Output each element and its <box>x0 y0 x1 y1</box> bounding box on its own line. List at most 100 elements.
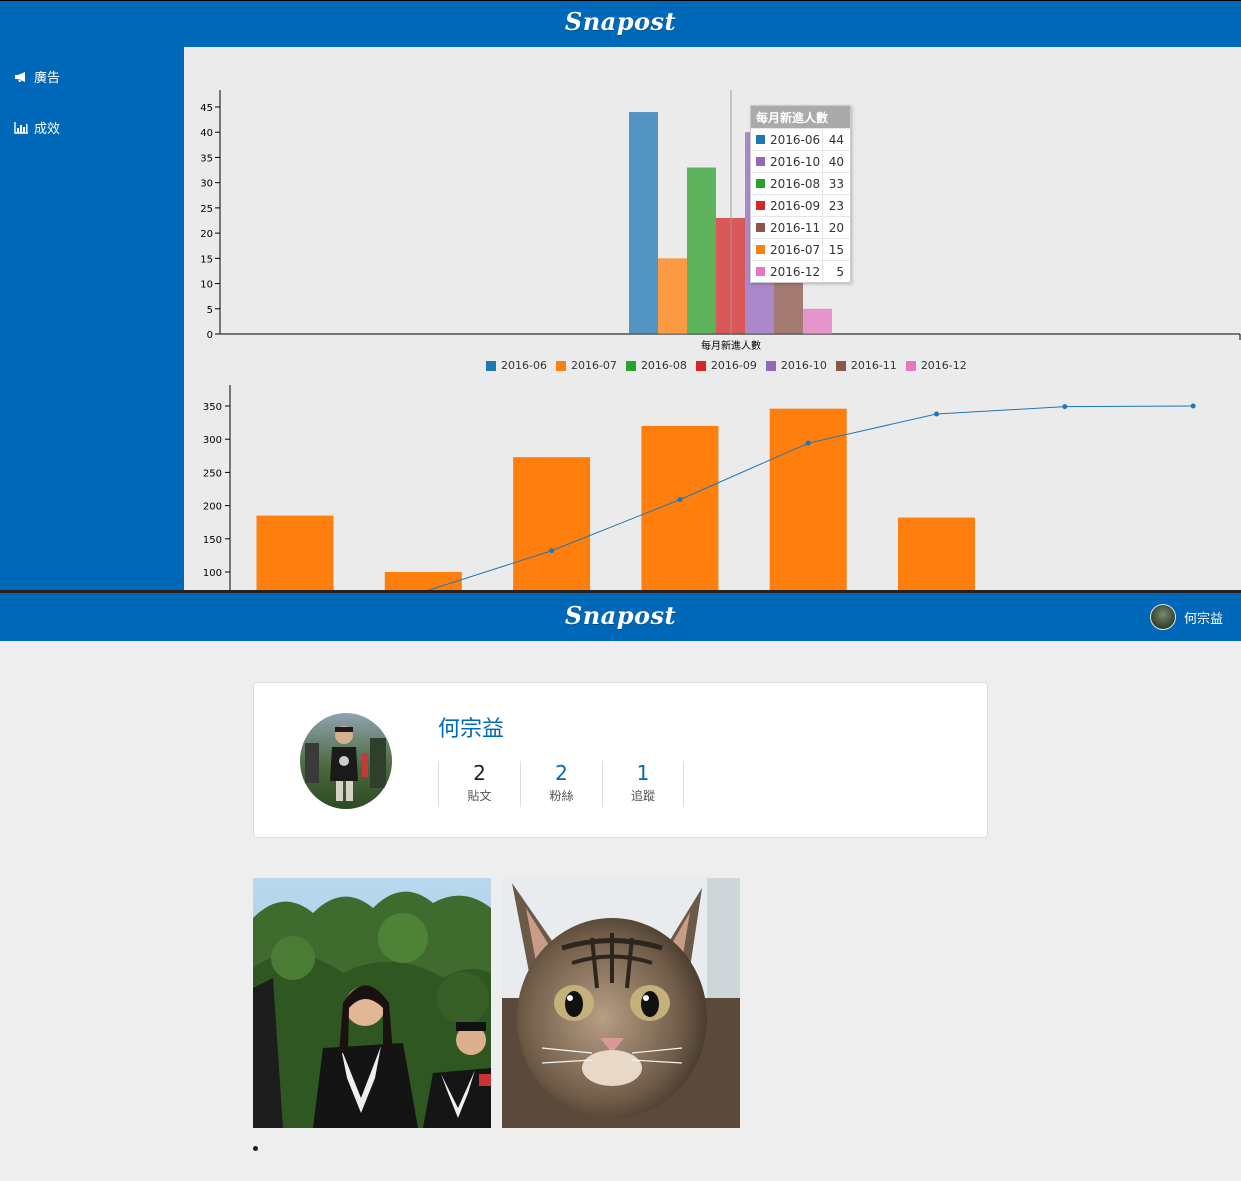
chart-tooltip: 每月新進人數 2016-06 44 2016-10 40 2016-08 33 2016-0… <box>750 105 851 283</box>
profile-avatar[interactable] <box>300 713 392 809</box>
tooltip-series-name: 2016-09 <box>770 198 821 213</box>
tooltip-value: 15 <box>828 242 844 257</box>
legend-label: 2016-12 <box>920 359 967 372</box>
line-point <box>549 548 555 554</box>
legend-item[interactable]: 2016-07 <box>555 359 617 372</box>
color-swatch <box>756 267 765 276</box>
profile-card: 何宗益 2 貼文 2 粉絲 1 追蹤 <box>253 682 988 838</box>
bar-3 <box>641 425 719 590</box>
bar-5 <box>898 517 975 590</box>
legend-label: 2016-10 <box>780 359 827 372</box>
color-swatch <box>756 157 765 166</box>
legend-swatch <box>905 360 916 371</box>
analytics-screen: Snapost 廣告 成效 0 5 10 15 20 25 30 35 40 45 每月新進人數 <box>0 0 1241 590</box>
y-tick-label: 100 <box>203 568 222 579</box>
tooltip-row: 2016-12 5 <box>751 260 850 282</box>
tooltip-value: 20 <box>828 220 844 235</box>
y-tick-label: 350 <box>203 402 222 413</box>
user-name: 何宗益 <box>1183 611 1223 627</box>
list-bullet <box>253 1146 258 1151</box>
top-navbar: Snapost 何宗益 <box>0 593 1241 641</box>
legend-item[interactable]: 2016-08 <box>625 359 687 372</box>
stat-label: 粉絲 <box>549 789 574 803</box>
tooltip-title: 每月新進人數 <box>751 106 850 128</box>
tooltip-key: 2016-12 <box>751 261 823 282</box>
color-swatch <box>756 223 765 232</box>
chart-legend: 2016-06 2016-07 2016-08 2016-09 2016-10 2016-… <box>486 359 967 372</box>
stat-followers[interactable]: 2 粉絲 <box>520 761 602 807</box>
stat-label: 貼文 <box>467 789 492 803</box>
tooltip-key: 2016-09 <box>751 195 823 216</box>
bar-1 <box>384 572 462 590</box>
tooltip-series-name: 2016-12 <box>770 264 821 279</box>
color-swatch <box>756 135 765 144</box>
tooltip-key: 2016-06 <box>751 129 823 150</box>
stat-posts[interactable]: 2 貼文 <box>438 761 520 807</box>
y-tick-label: 250 <box>203 468 222 479</box>
cumulative-users-chart: 100 150 200 250 300 350 <box>203 385 1196 590</box>
bar-0 <box>256 515 334 590</box>
tooltip-value: 33 <box>828 176 844 191</box>
legend-swatch <box>555 360 566 371</box>
y-tick-label: 200 <box>203 502 222 513</box>
stat-value: 1 <box>636 761 650 785</box>
line-point <box>677 497 683 503</box>
y-tick-label: 300 <box>203 435 222 446</box>
line-point <box>805 440 811 446</box>
color-swatch <box>756 179 765 188</box>
legend-label: 2016-06 <box>501 359 547 372</box>
legend-swatch <box>486 360 496 371</box>
tooltip-series-name: 2016-07 <box>770 242 821 257</box>
legend-item[interactable]: 2016-10 <box>765 359 827 372</box>
y-tick-label: 150 <box>203 535 222 546</box>
legend-item[interactable]: 2016-12 <box>905 359 967 372</box>
bar-4 <box>769 408 847 590</box>
user-menu[interactable]: 何宗益 <box>1149 604 1223 630</box>
tooltip-row: 2016-07 15 <box>751 238 850 260</box>
line-point <box>1190 403 1196 409</box>
tooltip-value: 44 <box>828 132 844 147</box>
tooltip-key: 2016-11 <box>751 217 823 238</box>
tooltip-key: 2016-10 <box>751 151 823 172</box>
avatar <box>1149 604 1176 630</box>
legend-swatch <box>765 360 776 371</box>
legend-label: 2016-08 <box>640 359 687 372</box>
brand-logo[interactable]: Snapost <box>0 601 1241 630</box>
stat-value: 2 <box>555 761 568 785</box>
tooltip-value: 40 <box>828 154 844 169</box>
legend-swatch <box>695 360 706 371</box>
tooltip-series-name: 2016-10 <box>770 154 821 169</box>
tooltip-row: 2016-11 20 <box>751 216 850 238</box>
tooltip-row: 2016-10 40 <box>751 150 850 172</box>
tooltip-value: 23 <box>828 198 844 213</box>
legend-item[interactable]: 2016-06 <box>486 359 547 372</box>
tooltip-row: 2016-08 33 <box>751 172 850 194</box>
profile-name: 何宗益 <box>438 717 505 742</box>
color-swatch <box>756 245 765 254</box>
line-point <box>1062 404 1068 410</box>
line-point <box>934 411 939 417</box>
tooltip-key: 2016-08 <box>751 173 823 194</box>
post-photo-graduation[interactable] <box>253 878 491 1128</box>
legend-label: 2016-09 <box>710 359 757 372</box>
stat-value: 2 <box>473 761 486 785</box>
tooltip-series-name: 2016-08 <box>770 176 821 191</box>
legend-item[interactable]: 2016-11 <box>835 359 897 372</box>
profile-stats: 2 貼文 2 粉絲 1 追蹤 <box>438 761 684 807</box>
tooltip-series-name: 2016-06 <box>770 132 821 147</box>
profile-screen: Snapost 何宗益 何宗益 2 貼文 2 粉絲 1 追蹤 <box>0 593 1241 1181</box>
stat-label: 追蹤 <box>630 789 655 803</box>
legend-label: 2016-07 <box>570 359 617 372</box>
stat-following[interactable]: 1 追蹤 <box>602 761 684 807</box>
post-photo-kitten[interactable] <box>502 878 740 1128</box>
color-swatch <box>756 201 765 210</box>
tooltip-series-name: 2016-11 <box>770 220 821 235</box>
tooltip-key: 2016-07 <box>751 239 823 260</box>
legend-swatch <box>835 360 846 371</box>
tooltip-value: 5 <box>836 264 844 279</box>
legend-item[interactable]: 2016-09 <box>695 359 757 372</box>
legend-swatch <box>625 360 636 371</box>
bar-2 <box>513 457 591 590</box>
legend-label: 2016-11 <box>850 359 897 372</box>
tooltip-row: 2016-09 23 <box>751 194 850 216</box>
